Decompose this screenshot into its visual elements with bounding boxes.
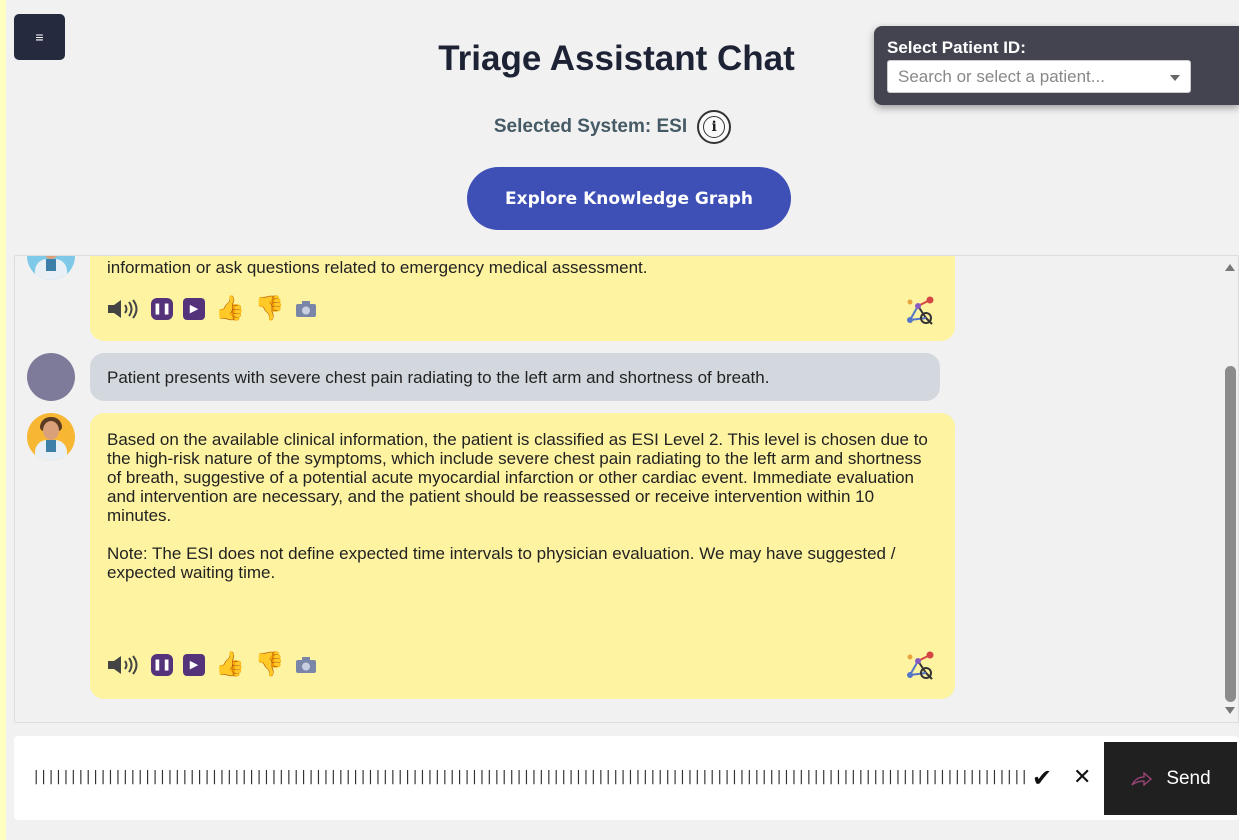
knowledge-graph-icon[interactable] [904,294,938,328]
play-icon[interactable]: ▶ [183,298,205,320]
cancel-recording-button[interactable]: ✕ [1073,764,1091,790]
message-paragraph: Note: The ESI does not define expected t… [107,544,896,582]
send-button[interactable]: Send [1104,742,1237,815]
bot-message: Based on the available clinical informat… [90,413,955,699]
explore-knowledge-graph-button[interactable]: Explore Knowledge Graph [467,167,791,230]
scroll-down-arrow-icon[interactable] [1225,707,1235,714]
scrollbar-thumb[interactable] [1225,366,1236,702]
voice-waveform: ||||||||||||||||||||||||||||||||||||||||… [32,769,1030,785]
message-text: Based on the available clinical informat… [107,430,932,582]
pause-icon[interactable]: ❚❚ [151,654,173,676]
send-icon [1130,771,1153,787]
bot-message: information or ask questions related to … [90,256,955,341]
camera-icon[interactable] [295,300,317,318]
play-icon[interactable]: ▶ [183,654,205,676]
thumbs-down-icon[interactable]: 👎 [255,653,285,677]
knowledge-graph-icon[interactable] [904,649,938,683]
send-label: Send [1166,767,1211,789]
thumbs-down-icon[interactable]: 👎 [255,297,285,321]
user-message: Patient presents with severe chest pain … [90,353,940,401]
user-avatar [27,353,75,401]
message-input-bar: ||||||||||||||||||||||||||||||||||||||||… [14,736,1239,820]
camera-icon[interactable] [295,656,317,674]
pause-icon[interactable]: ❚❚ [151,298,173,320]
info-button[interactable]: i [697,110,732,144]
message-text: Patient presents with severe chest pain … [107,368,770,387]
patient-search-placeholder: Search or select a patient... [898,66,1105,86]
message-paragraph: Based on the available clinical informat… [107,430,928,525]
patient-id-label: Select Patient ID: [887,38,1026,57]
bot-avatar [27,256,75,280]
message-toolbar: ❚❚ ▶ 👍 👎 [107,297,317,321]
app-root: ≡ Triage Assistant Chat Selected System:… [6,0,1239,840]
patient-search-select[interactable]: Search or select a patient... [887,60,1191,93]
message-toolbar: ❚❚ ▶ 👍 👎 [107,653,317,677]
chat-scrollbar[interactable] [1223,256,1238,722]
selected-system-label: Selected System: ESI [493,116,688,137]
chevron-down-icon [1170,75,1180,81]
thumbs-up-icon[interactable]: 👍 [215,297,245,321]
system-row: Selected System: ESI i [6,110,1239,144]
scroll-up-arrow-icon[interactable] [1225,264,1235,271]
speaker-icon[interactable] [107,299,141,319]
bot-avatar [27,413,75,461]
speaker-icon[interactable] [107,655,141,675]
info-icon: i [703,116,726,138]
message-text: information or ask questions related to … [107,258,648,277]
confirm-recording-button[interactable]: ✔ [1032,764,1052,793]
patient-selector-panel: Select Patient ID: Search or select a pa… [874,26,1239,105]
thumbs-up-icon[interactable]: 👍 [215,653,245,677]
chat-messages[interactable]: information or ask questions related to … [14,255,1239,723]
